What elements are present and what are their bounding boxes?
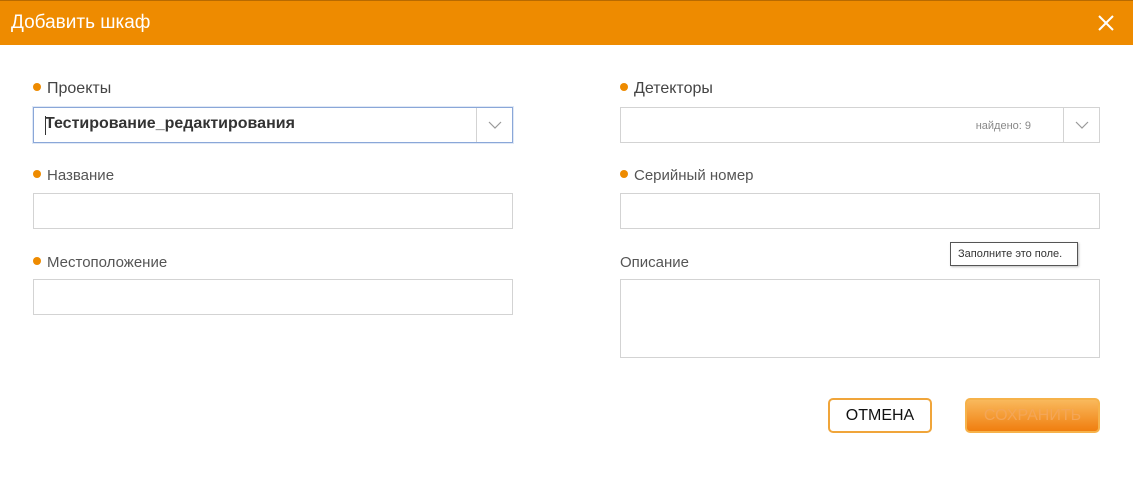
serial-label: Серийный номер	[620, 167, 754, 184]
dialog-title: Добавить шкаф	[11, 12, 151, 33]
projects-label-text: Проекты	[47, 80, 112, 97]
required-dot	[33, 83, 41, 91]
chevron-down-icon	[488, 121, 502, 129]
description-label-text: Описание	[620, 254, 690, 271]
detectors-found-count: найдено: 9	[975, 120, 1031, 132]
projects-select[interactable]: Тестирование_редактирования	[33, 107, 513, 143]
required-dot	[33, 170, 41, 178]
serial-number-input[interactable]	[620, 193, 1100, 229]
validation-tooltip: Заполните это поле.	[950, 242, 1078, 266]
detectors-label: Детекторы	[620, 80, 713, 98]
cancel-button[interactable]: ОТМЕНА	[828, 398, 932, 433]
detectors-select[interactable]: найдено: 9	[620, 107, 1100, 143]
name-input[interactable]	[33, 193, 513, 229]
detectors-label-text: Детекторы	[634, 80, 713, 97]
name-label-text: Название	[47, 167, 115, 184]
location-input[interactable]	[33, 279, 513, 315]
serial-label-text: Серийный номер	[634, 167, 754, 184]
chevron-down-icon	[1075, 121, 1089, 129]
dialog-header: Добавить шкаф	[0, 0, 1133, 45]
required-dot	[620, 83, 628, 91]
name-label: Название	[33, 167, 114, 184]
detectors-dropdown-toggle[interactable]	[1063, 108, 1099, 142]
projects-select-value: Тестирование_редактирования	[45, 115, 295, 132]
location-label: Местоположение	[33, 254, 167, 271]
description-textarea[interactable]	[620, 279, 1100, 358]
required-dot	[33, 257, 41, 265]
projects-dropdown-toggle[interactable]	[476, 108, 512, 142]
location-label-text: Местоположение	[47, 254, 168, 271]
projects-label: Проекты	[33, 80, 111, 98]
description-label: Описание	[620, 254, 689, 271]
save-button[interactable]: СОХРАНИТЬ	[965, 398, 1100, 433]
close-icon[interactable]	[1097, 14, 1115, 32]
required-dot	[620, 170, 628, 178]
